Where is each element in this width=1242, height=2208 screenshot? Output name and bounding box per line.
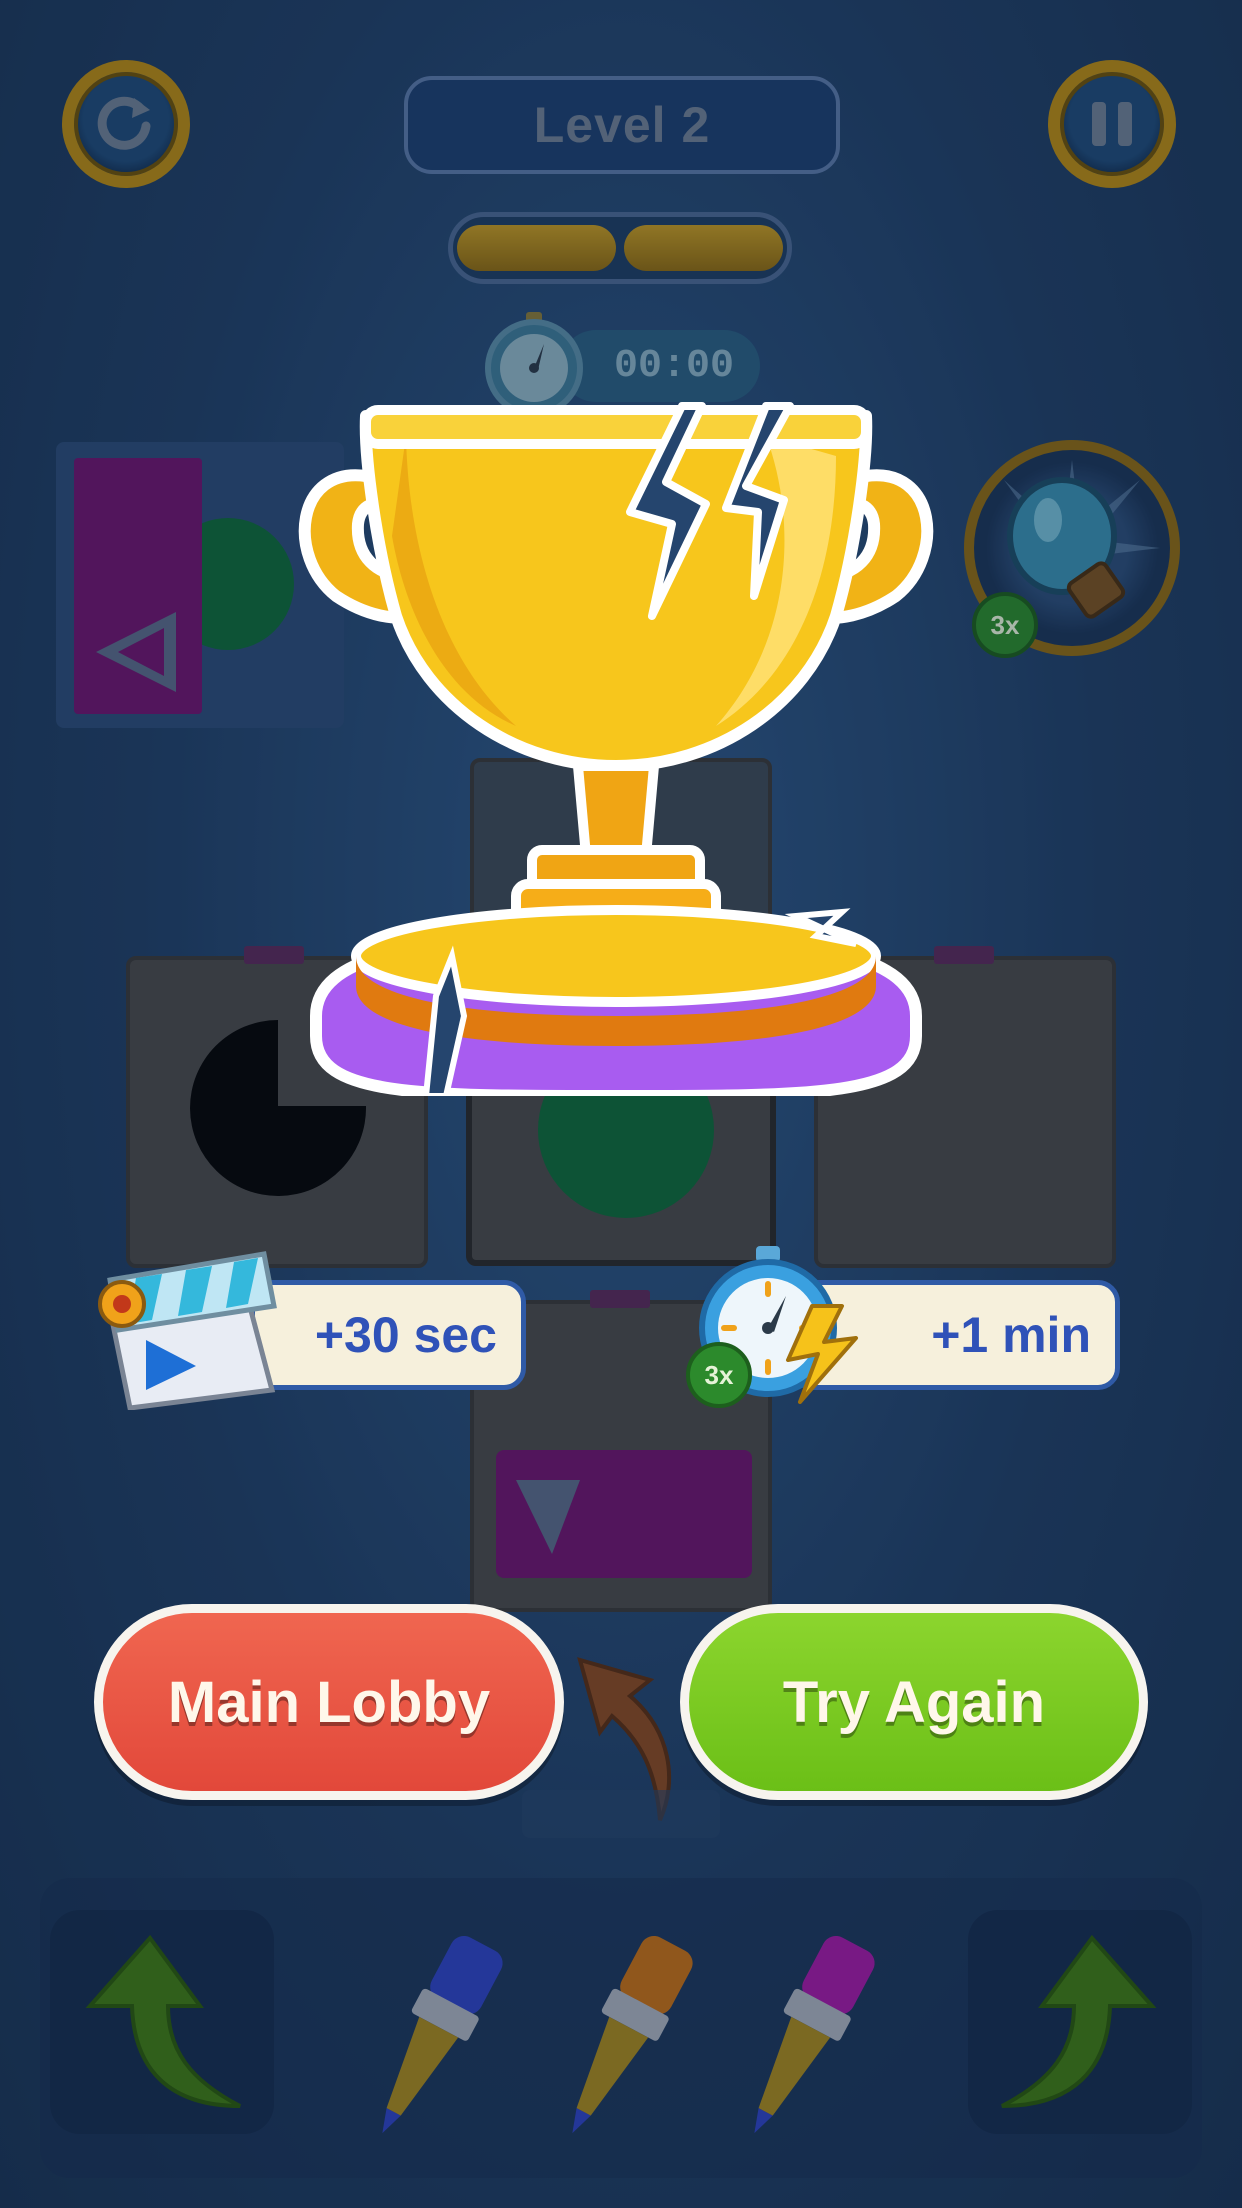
try-again-button[interactable]: Try Again — [680, 1604, 1148, 1800]
main-lobby-button[interactable]: Main Lobby — [94, 1604, 564, 1800]
watch-video-reward[interactable]: +30 sec — [250, 1280, 526, 1390]
video-clapper-icon — [98, 1251, 277, 1410]
dim-overlay — [0, 0, 1242, 2208]
game-board-layer: Level 2 00:00 3x — [0, 0, 1242, 2208]
reward-time-label: +1 min — [931, 1307, 1091, 1363]
time-reward-count-badge: 3x — [686, 1342, 752, 1408]
reward-video-label: +30 sec — [314, 1307, 497, 1363]
broken-trophy-icon — [298, 402, 934, 1096]
